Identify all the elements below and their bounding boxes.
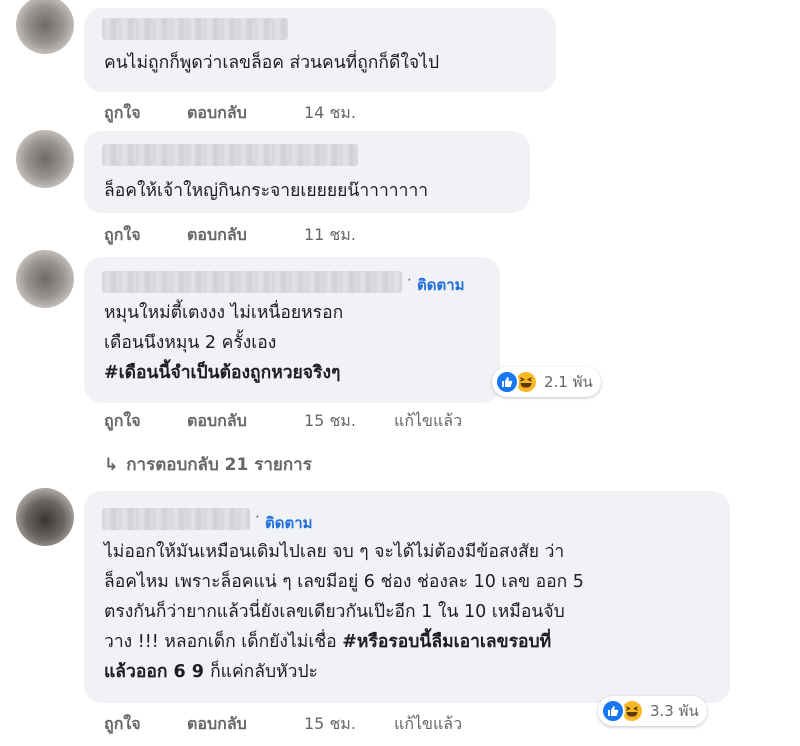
reaction-summary[interactable]: 2.1 พัน: [492, 367, 601, 397]
hashtag-link-continued[interactable]: แล้วออก 6 9: [104, 662, 210, 682]
edited-label: แก้ไขแล้ว: [394, 411, 463, 430]
comment-bubble: · ติดตาม หมุนใหม่ตี้เตงงง ไม่เหนื่อยหรอก…: [84, 257, 500, 403]
commenter-avatar[interactable]: [16, 130, 74, 188]
hashtag-link[interactable]: #หรือรอบนี้ลืมเอาเลขรอบที่: [342, 632, 551, 652]
commenter-name-redacted[interactable]: [102, 508, 250, 530]
like-link[interactable]: ถูกใจ: [104, 101, 141, 126]
comment-text: คนไม่ถูกก็พูดว่าเลขล็อค ส่วนคนที่ถูกก็ดี…: [104, 53, 440, 73]
comment-time[interactable]: 15 ชม.: [304, 712, 356, 737]
like-link[interactable]: ถูกใจ: [104, 409, 141, 434]
commenter-avatar[interactable]: [16, 0, 74, 54]
comment-time[interactable]: 15 ชม.: [304, 409, 356, 434]
comment-actions: ถูกใจ ตอบกลับ 15 ชม. แก้ไขแล้ว: [104, 712, 524, 734]
commenter-name-redacted[interactable]: [102, 271, 402, 293]
comment-actions: ถูกใจ ตอบกลับ 14 ชม.: [104, 101, 524, 123]
reaction-count: 3.3 พัน: [650, 702, 699, 720]
comment-bubble: คนไม่ถูกก็พูดว่าเลขล็อค ส่วนคนที่ถูกก็ดี…: [84, 8, 556, 92]
comment-text: ล็อคให้เจ้าใหญ่กินกระจายเยยยยน๊าาาาาาา: [104, 181, 429, 201]
like-link[interactable]: ถูกใจ: [104, 223, 141, 248]
commenter-name-redacted[interactable]: [102, 18, 288, 40]
comment-text: ไม่ออกให้มันเหมือนเดิมไปเลย จบ ๆ จะได้ไม…: [104, 542, 584, 682]
comment-time[interactable]: 14 ชม.: [304, 101, 356, 126]
like-icon: [495, 370, 519, 394]
reaction-summary[interactable]: 3.3 พัน: [598, 696, 707, 726]
reply-link[interactable]: ตอบกลับ: [187, 223, 247, 248]
edited-label: แก้ไขแล้ว: [394, 714, 463, 733]
comment-bubble: ล็อคให้เจ้าใหญ่กินกระจายเยยยยน๊าาาาาาา: [84, 131, 530, 213]
reaction-count: 2.1 พัน: [544, 373, 593, 391]
like-icon: [601, 699, 625, 723]
comment-time[interactable]: 11 ชม.: [304, 223, 356, 248]
hashtag-link[interactable]: #เดือนนี้จำเป็นต้องถูกหวยจริงๆ: [104, 358, 343, 388]
view-replies-link[interactable]: ↳ การตอบกลับ 21 รายการ: [104, 451, 312, 478]
commenter-avatar[interactable]: [16, 250, 74, 308]
reply-link[interactable]: ตอบกลับ: [187, 409, 247, 434]
commenter-avatar[interactable]: [16, 488, 74, 546]
comment-actions: ถูกใจ ตอบกลับ 11 ชม.: [104, 223, 524, 245]
follow-link[interactable]: ติดตาม: [265, 511, 313, 535]
commenter-name-redacted[interactable]: [102, 144, 358, 166]
reply-link[interactable]: ตอบกลับ: [187, 712, 247, 737]
reply-arrow-icon: ↳: [104, 455, 119, 475]
separator-dot: ·: [407, 271, 412, 289]
follow-link[interactable]: ติดตาม: [417, 273, 465, 297]
comment-actions: ถูกใจ ตอบกลับ 15 ชม. แก้ไขแล้ว: [104, 409, 524, 431]
separator-dot: ·: [255, 508, 260, 526]
comment-text: หมุนใหม่ตี้เตงงง ไม่เหนื่อยหรอก เดือนนึง…: [104, 298, 343, 388]
reply-link[interactable]: ตอบกลับ: [187, 101, 247, 126]
like-link[interactable]: ถูกใจ: [104, 712, 141, 737]
comment-bubble: · ติดตาม ไม่ออกให้มันเหมือนเดิมไปเลย จบ …: [84, 491, 730, 703]
